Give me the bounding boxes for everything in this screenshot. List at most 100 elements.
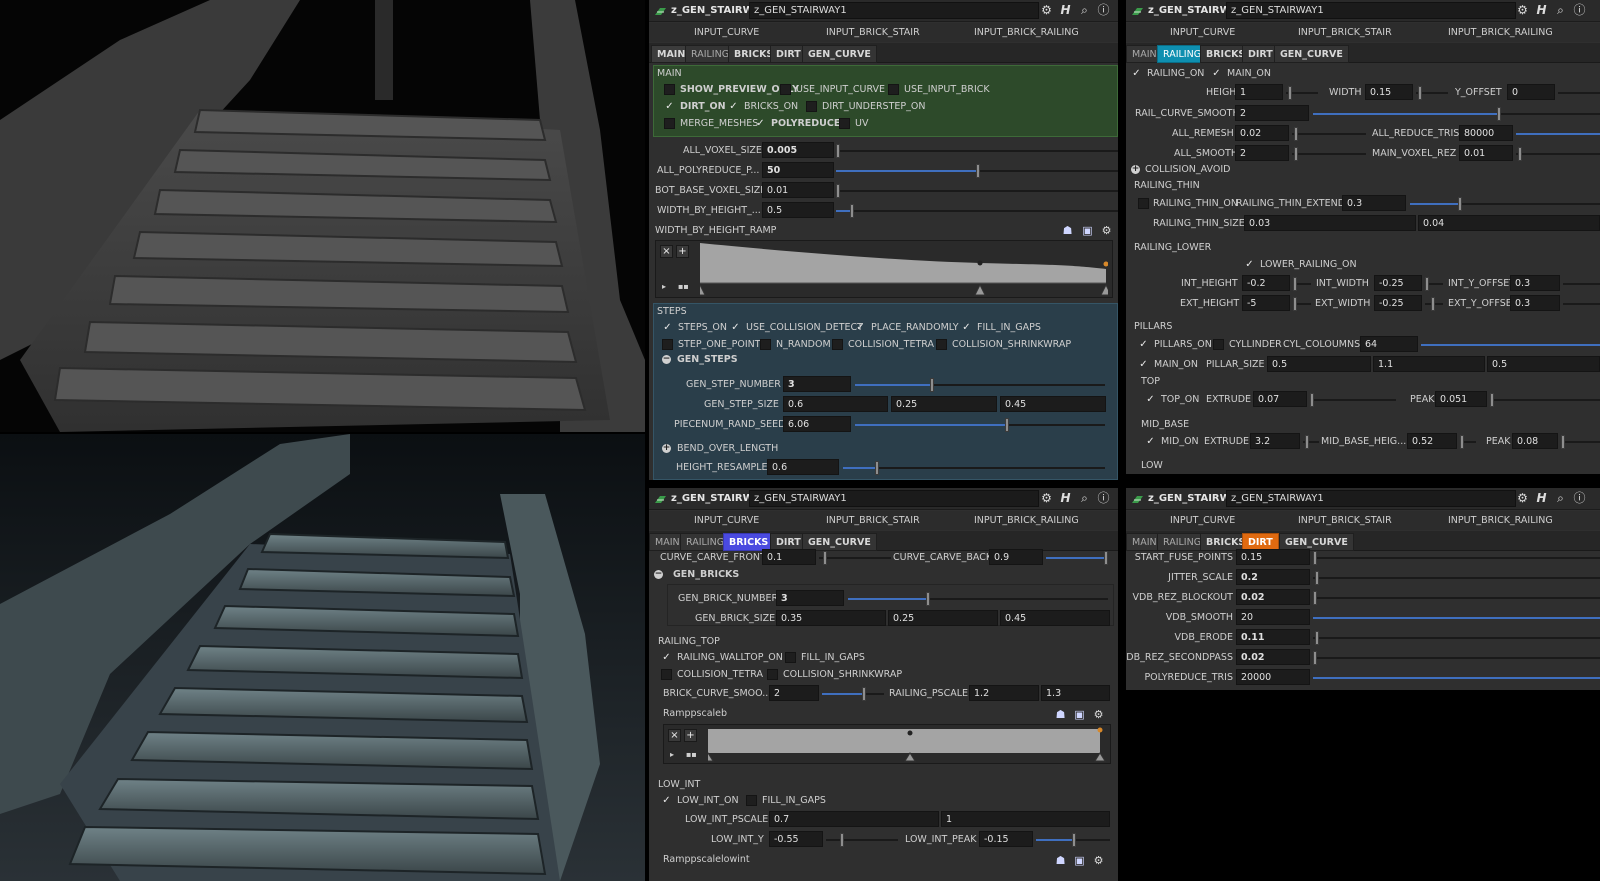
param-field[interactable]: 1 [941,811,1110,827]
check-mark-icon[interactable]: ✓ [661,795,672,806]
check-mark-icon[interactable]: ✓ [1244,259,1255,270]
param-field[interactable]: 2 [1235,145,1289,161]
checkbox[interactable] [1213,339,1224,350]
param-field[interactable]: 0.45 [1000,396,1106,412]
param-slider[interactable] [1490,393,1600,407]
width-by-height-ramp[interactable]: × + ▸ ▪▪ [655,240,1113,298]
param-field[interactable]: 0.08 [1512,433,1558,449]
gear-icon[interactable]: ⚙ [1039,491,1054,506]
param-slider[interactable] [1313,571,1600,585]
param-slider[interactable] [1313,107,1600,121]
checkbox[interactable] [662,339,673,350]
param-slider[interactable] [836,144,1118,158]
check-mark-icon[interactable]: ✓ [1138,359,1149,370]
node-name-field[interactable]: z_GEN_STAIRWAY1 [1226,490,1516,507]
help-icon[interactable]: H [1534,491,1549,506]
checkbox[interactable] [780,84,791,95]
check-mark-icon[interactable]: ✓ [661,652,672,663]
gear-icon[interactable]: ⚙ [1515,3,1530,18]
param-slider[interactable] [1036,833,1110,847]
checkbox[interactable] [664,118,675,129]
param-slider[interactable] [1046,551,1108,565]
check-mark-icon[interactable]: ✓ [1145,436,1156,447]
param-slider[interactable] [1561,435,1600,449]
param-slider[interactable] [855,418,1105,432]
param-field[interactable]: 2 [769,685,819,701]
expand-icon[interactable]: + [1131,165,1140,174]
ramp-snapshot-icon[interactable]: ▣ [1073,708,1086,721]
info-icon[interactable]: ⓘ [1096,491,1111,506]
check-mark-icon[interactable]: ✓ [961,322,972,333]
param-field[interactable]: 0.7 [769,811,939,827]
param-slider[interactable] [848,592,1108,606]
param-slider[interactable] [822,687,884,701]
param-field[interactable]: 0.005 [762,142,834,158]
param-slider[interactable] [1313,651,1600,665]
ramp-preset-icon[interactable]: ☗ [1061,224,1074,237]
search-icon[interactable]: ⌕ [1553,3,1568,18]
param-slider[interactable] [836,204,1118,218]
param-slider[interactable] [1416,86,1448,100]
param-field[interactable]: 50 [762,162,834,178]
param-slider[interactable] [1293,277,1311,291]
checkbox[interactable] [767,669,778,680]
node-name-field[interactable]: z_GEN_STAIRWAY1 [749,2,1039,19]
ramp-key-icon[interactable]: ▪▪ [678,282,689,291]
param-field[interactable]: 80000 [1459,125,1513,141]
param-slider[interactable] [826,833,898,847]
node-name-field[interactable]: z_GEN_STAIRWAY1 [749,490,1039,507]
param-slider[interactable] [1310,393,1396,407]
param-field[interactable]: 0.35 [776,610,886,626]
close-icon[interactable]: × [668,729,681,742]
check-mark-icon[interactable]: ✓ [1138,339,1149,350]
param-slider[interactable] [1558,92,1600,94]
expand-icon[interactable]: + [662,444,671,453]
check-mark-icon[interactable]: ✓ [662,322,673,333]
param-field[interactable]: 0.07 [1253,391,1307,407]
ramp-snapshot-icon[interactable]: ▣ [1081,224,1094,237]
param-field[interactable]: 6.06 [783,416,851,432]
ramppscaleb-ramp[interactable]: × + ▸ ▪▪ [663,724,1111,764]
param-slider[interactable] [843,461,1105,475]
param-field[interactable]: 0.5 [1267,356,1371,372]
param-slider[interactable] [1286,86,1318,100]
checkbox[interactable] [806,101,817,112]
check-mark-icon[interactable]: ✓ [1145,394,1156,405]
param-field[interactable]: 20 [1236,609,1310,625]
play-icon[interactable]: ▸ [662,282,666,291]
close-icon[interactable]: × [660,245,673,258]
param-field[interactable]: 0.04 [1418,215,1600,231]
param-field[interactable]: 3 [776,590,844,606]
param-field[interactable]: 0.3 [1510,275,1560,291]
param-field[interactable]: 1.3 [1041,685,1110,701]
param-slider[interactable] [1425,297,1443,311]
param-field[interactable]: 20000 [1236,669,1310,685]
check-mark-icon[interactable]: ✓ [755,118,766,129]
param-slider[interactable] [1313,631,1600,645]
param-field[interactable]: 0.15 [1365,84,1413,100]
check-mark-icon[interactable]: ✓ [664,101,675,112]
checkbox[interactable] [1138,198,1149,209]
param-slider[interactable] [1460,435,1476,449]
check-mark-icon[interactable]: ✓ [728,101,739,112]
ramp-curve[interactable] [700,243,1108,297]
ramp-snapshot-icon[interactable]: ▣ [1073,854,1086,867]
checkbox[interactable] [760,339,771,350]
param-field[interactable]: -0.15 [979,831,1033,847]
ramp-preset-icon[interactable]: ☗ [1054,708,1067,721]
checkbox[interactable] [746,795,757,806]
param-field[interactable]: -5 [1242,295,1290,311]
param-field[interactable]: 0.1 [762,549,816,565]
checkbox[interactable] [839,118,850,129]
param-field[interactable]: 0.3 [1510,295,1560,311]
collapse-icon[interactable]: − [654,570,663,579]
param-slider[interactable] [819,551,891,565]
param-field[interactable]: 1.2 [969,685,1039,701]
param-field[interactable]: 64 [1360,336,1418,352]
help-icon[interactable]: H [1058,491,1073,506]
checkbox[interactable] [664,84,675,95]
checkbox[interactable] [936,339,947,350]
param-field[interactable]: 0 [1507,84,1555,100]
checkbox[interactable] [888,84,899,95]
param-slider[interactable] [1516,147,1600,161]
